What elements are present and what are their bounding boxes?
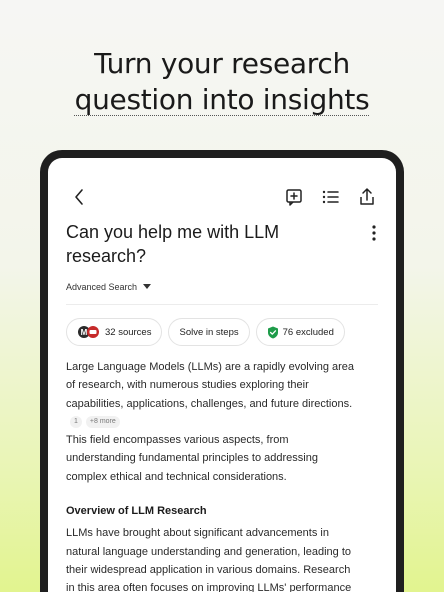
toolbar-actions — [284, 186, 378, 208]
back-arrow-icon[interactable] — [70, 186, 90, 208]
paragraph-2-text: This field encompasses various aspects, … — [66, 434, 318, 483]
list-icon[interactable] — [320, 186, 342, 208]
svg-text:M: M — [81, 328, 88, 337]
sources-chip[interactable]: M 32 sources — [66, 318, 163, 346]
advanced-search-dropdown[interactable]: Advanced Search — [66, 282, 152, 292]
promo-line-1: Turn your research — [94, 47, 350, 80]
paragraph-1-text: Large Language Models (LLMs) are a rapid… — [66, 361, 355, 410]
paragraph-3-text: LLMs have brought about significant adva… — [66, 527, 352, 592]
solve-steps-chip[interactable]: Solve in steps — [168, 318, 250, 346]
citation-more-badge[interactable]: +8 more — [85, 415, 120, 428]
section-heading: Overview of LLM Research — [66, 505, 207, 518]
answer-paragraph: Large Language Models (LLMs) are a rapid… — [66, 358, 356, 431]
citation-badge[interactable]: 1 — [70, 415, 82, 428]
divider — [66, 304, 378, 305]
advanced-search-label: Advanced Search — [66, 282, 138, 292]
promo-line-2: question into insights — [74, 83, 370, 116]
answer-content: Large Language Models (LLMs) are a rapid… — [66, 358, 356, 592]
sources-label: 32 sources — [105, 326, 152, 338]
shield-check-icon — [267, 326, 278, 338]
toolbar — [70, 186, 378, 208]
chips-row: M 32 sources Solve in steps 76 excluded — [66, 318, 345, 346]
page-title: Can you help me with LLM research? — [66, 222, 280, 266]
caret-down-icon — [143, 284, 152, 289]
new-chat-icon[interactable] — [284, 186, 306, 208]
source-logos-icon: M — [77, 325, 101, 339]
more-options-icon[interactable] — [366, 222, 382, 244]
solve-steps-label: Solve in steps — [179, 326, 239, 338]
app-screen: Can you help me with LLM research? Advan… — [48, 158, 396, 592]
share-icon[interactable] — [356, 186, 378, 208]
tablet-frame: Can you help me with LLM research? Advan… — [40, 150, 404, 592]
promo-headline: Turn your research question into insight… — [0, 46, 444, 118]
excluded-chip[interactable]: 76 excluded — [255, 318, 345, 346]
excluded-label: 76 excluded — [282, 326, 334, 338]
